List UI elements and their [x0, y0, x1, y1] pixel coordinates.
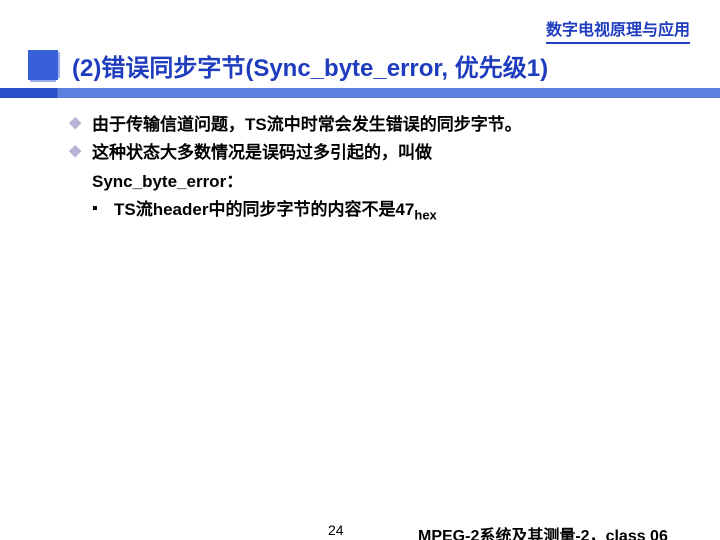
title-bar: (2)错误同步字节(Sync_byte_error, 优先级1) — [0, 42, 720, 88]
course-label: 数字电视原理与应用 — [546, 16, 690, 44]
page-number: 24 — [328, 522, 344, 538]
divider-band — [0, 88, 720, 98]
bullet-1: 由于传输信道问题，TS流中时常会发生错误的同步字节。 — [68, 112, 680, 138]
footer-subject: MPEG-2系统及其测量-2，class 06 — [418, 522, 668, 540]
slide: 数字电视原理与应用 (2)错误同步字节(Sync_byte_error, 优先级… — [0, 0, 720, 540]
sub-bullet-1-subscript: hex — [414, 207, 436, 222]
title-square-icon — [28, 50, 58, 80]
sub-bullet-1-text: TS流header中的同步字节的内容不是47 — [114, 200, 414, 219]
sub-bullet-1: TS流header中的同步字节的内容不是47hex — [92, 197, 680, 226]
body-content: 由于传输信道问题，TS流中时常会发生错误的同步字节。 这种状态大多数情况是误码过… — [68, 112, 680, 226]
slide-title: (2)错误同步字节(Sync_byte_error, 优先级1) — [72, 48, 548, 83]
bullet-2-line2: Sync_byte_error： — [68, 169, 680, 195]
bullet-2: 这种状态大多数情况是误码过多引起的，叫做 — [68, 140, 680, 166]
bullet-2-line1: 这种状态大多数情况是误码过多引起的，叫做 — [92, 143, 432, 162]
